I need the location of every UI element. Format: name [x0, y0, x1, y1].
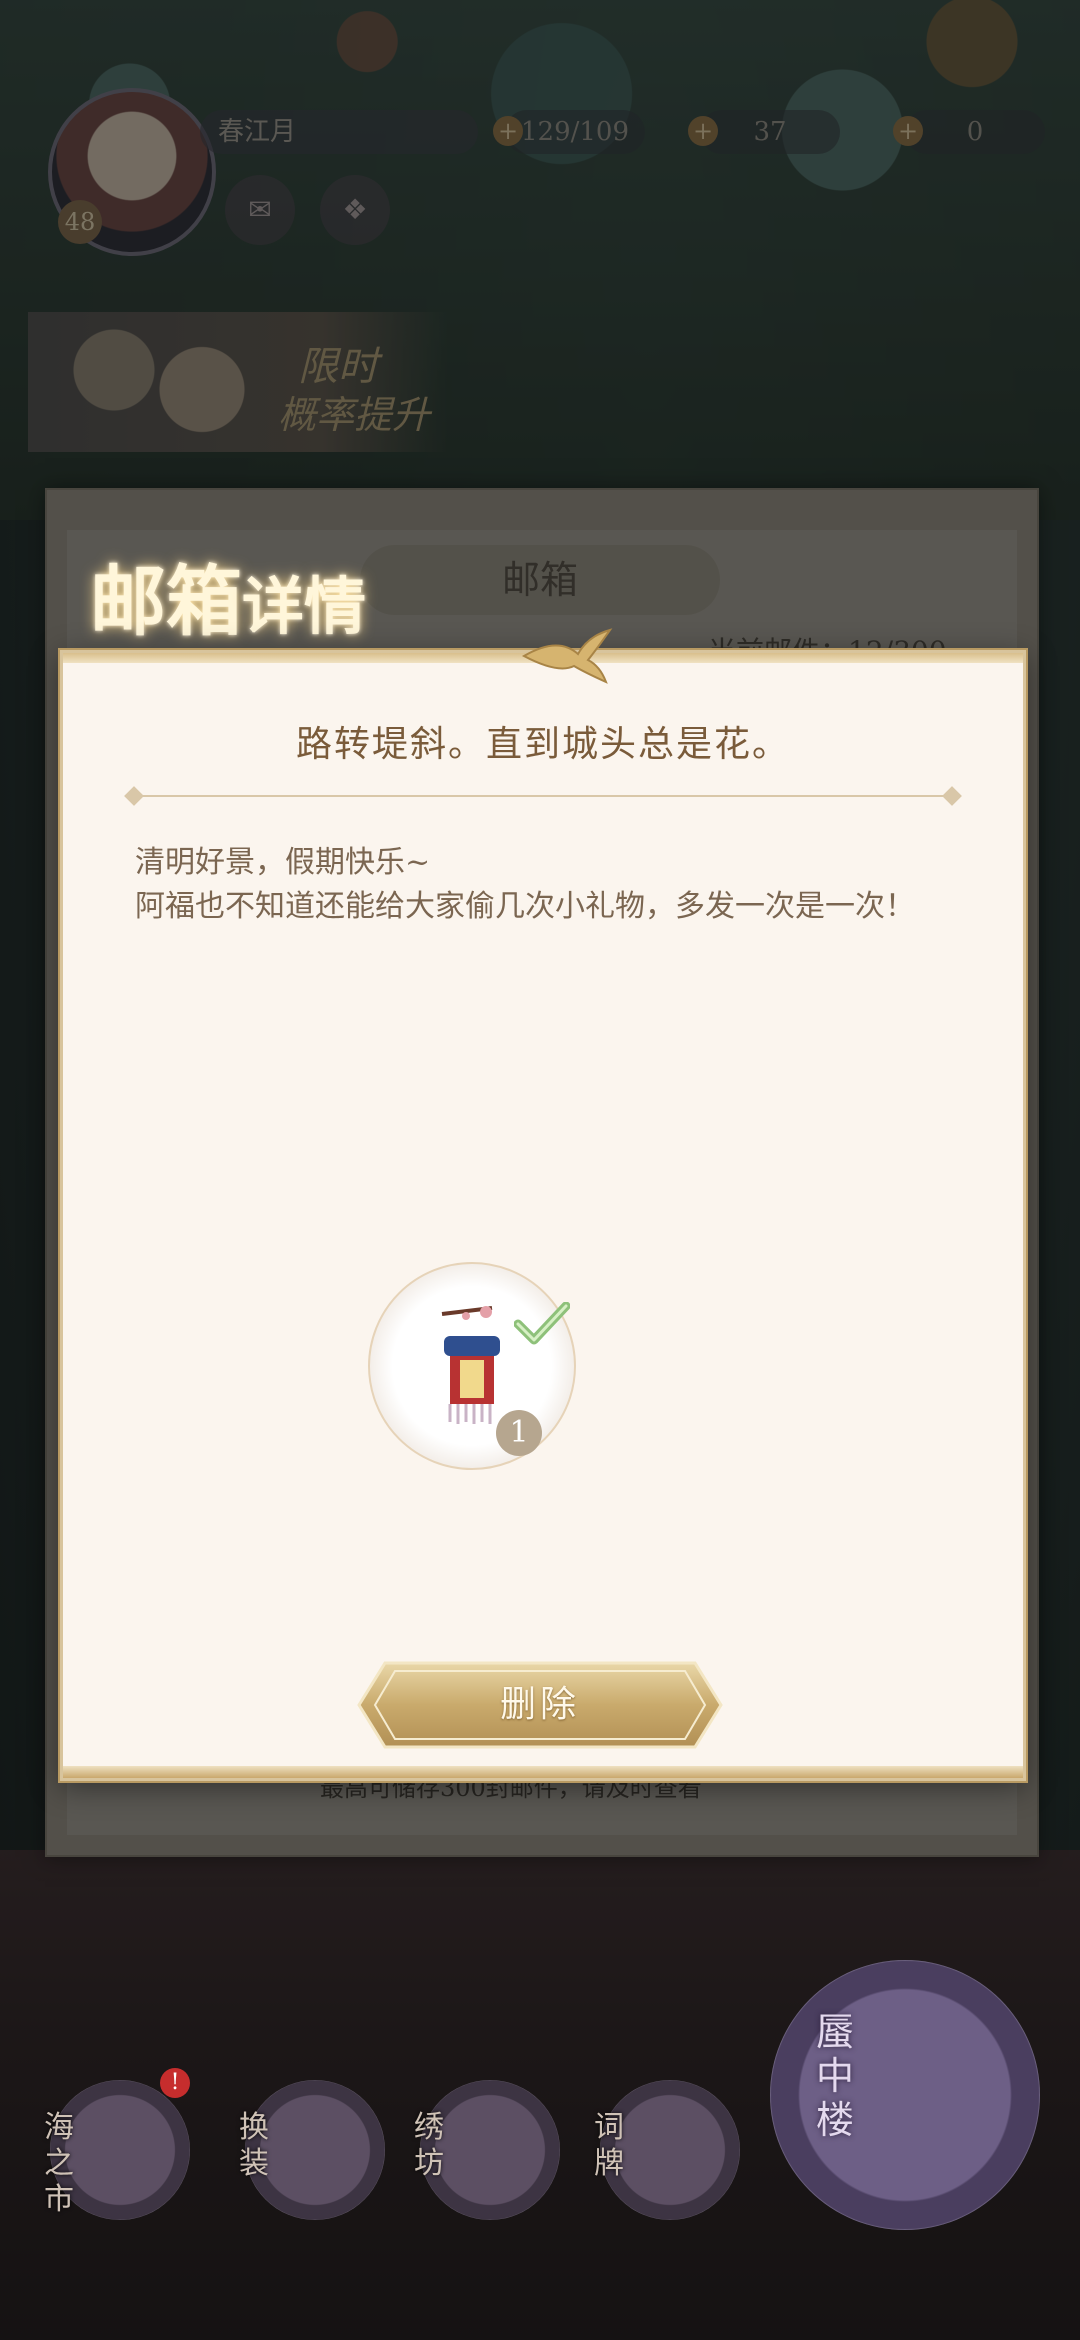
delete-button[interactable]: 删除 — [355, 1655, 725, 1755]
swallow-ornament-icon — [521, 628, 613, 684]
attachment-quantity: 1 — [496, 1410, 542, 1456]
nav-ci-pai[interactable]: 词牌 — [594, 2080, 740, 2220]
divider-ornament-right — [942, 786, 962, 806]
title-divider — [123, 786, 963, 806]
nav-label: 海之市 — [44, 2110, 74, 2217]
nav-label: 绣坊 — [414, 2110, 444, 2181]
nav-label: 换装 — [239, 2110, 269, 2181]
divider-line — [143, 795, 943, 797]
attachment-item[interactable]: 1 — [368, 1262, 576, 1470]
mail-detail-dialog: 路转堤斜。直到城头总是花。 清明好景，假期快乐~ 阿福也不知道还能给大家偷几次小… — [60, 650, 1026, 1781]
lantern-icon — [441, 1306, 500, 1424]
dialog-bottom-border — [63, 1766, 1023, 1778]
notification-badge: ! — [160, 2068, 190, 2098]
mail-title: 路转堤斜。直到城头总是花。 — [295, 724, 790, 765]
nav-mirage-tower[interactable]: 蜃中楼 — [770, 1960, 1040, 2230]
delete-button-label: 删除 — [499, 1684, 580, 1725]
nav-main-label: 蜃中楼 — [816, 2010, 855, 2142]
mail-body: 清明好景，假期快乐~ 阿福也不知道还能给大家偷几次小礼物，多发一次是一次！ — [135, 841, 965, 929]
mail-body-line: 阿福也不知道还能给大家偷几次小礼物，多发一次是一次！ — [135, 889, 915, 924]
mail-body-line: 清明好景，假期快乐~ — [135, 845, 431, 880]
divider-ornament-left — [124, 786, 144, 806]
claimed-check-icon — [514, 1302, 570, 1345]
nav-dress-up[interactable]: 换装 — [239, 2080, 385, 2220]
nav-sea-market[interactable]: 海之市 ! — [44, 2068, 190, 2220]
title-art-part-1: 邮箱 — [90, 557, 242, 646]
mailbox-detail-title-art: 邮箱详情 — [90, 540, 366, 650]
nav-label: 词牌 — [594, 2110, 624, 2181]
nav-embroidery[interactable]: 绣坊 — [414, 2080, 560, 2220]
title-art-part-2: 详情 — [242, 570, 367, 643]
